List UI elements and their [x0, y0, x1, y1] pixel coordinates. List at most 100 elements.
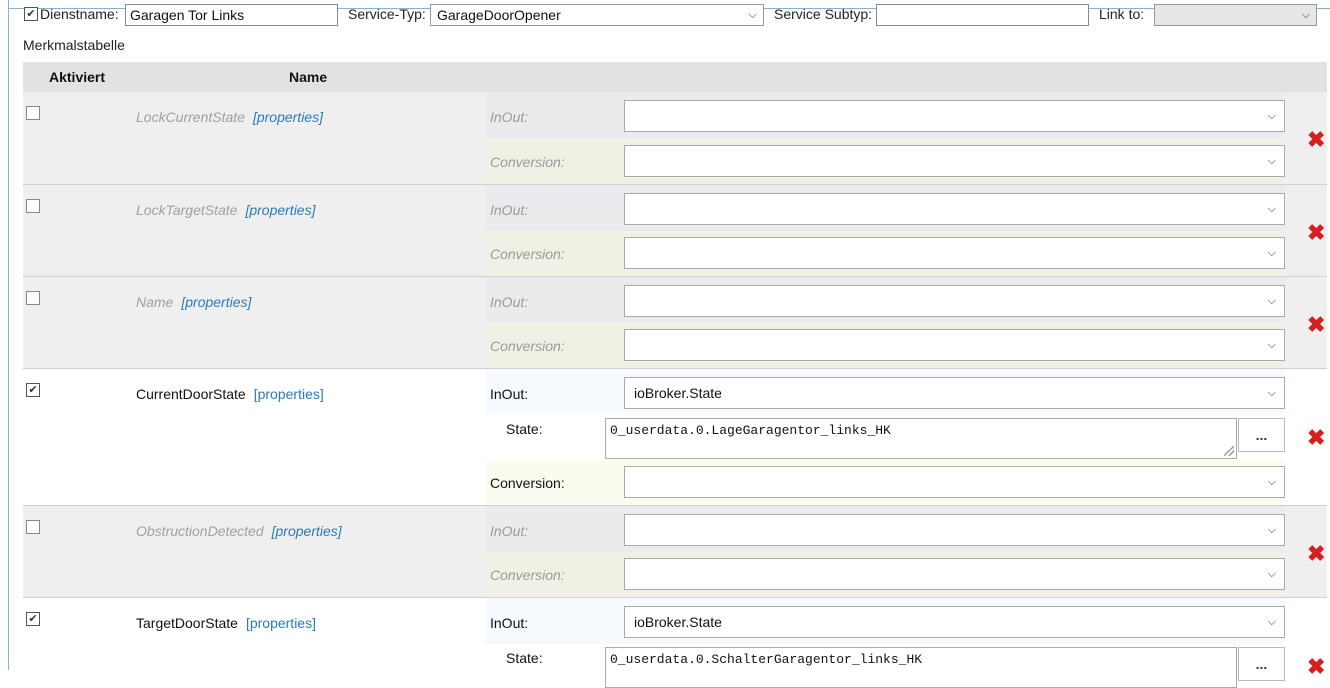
delete-icon[interactable]: ✖: [1307, 314, 1325, 336]
conversion-select[interactable]: ⌵: [624, 558, 1285, 590]
chevron-down-icon: ⌵: [748, 8, 757, 21]
browse-button[interactable]: ...: [1238, 647, 1285, 681]
conversion-select[interactable]: ⌵: [624, 466, 1285, 498]
state-label: State:: [506, 650, 543, 666]
table-header: Aktiviert Name: [23, 62, 1327, 92]
inout-value: ioBroker.State: [634, 385, 722, 401]
table-row: ✔ CurrentDoorState [properties] InOut: io…: [23, 369, 1327, 506]
chevron-down-icon: ⌵: [1267, 523, 1276, 536]
service-name-input[interactable]: [125, 4, 338, 26]
table-row: ObstructionDetected [properties] InOut: ⌵…: [23, 506, 1327, 598]
delete-icon[interactable]: ✖: [1307, 222, 1325, 244]
conversion-section: Conversion: ⌵: [486, 460, 1285, 505]
conversion-section: Conversion: ⌵: [486, 552, 1285, 597]
characteristic-name-text: LockCurrentState: [136, 109, 245, 125]
row-enabled-checkbox[interactable]: [26, 106, 40, 120]
inout-label: InOut:: [490, 294, 529, 310]
conversion-section: Conversion: ⌵: [486, 231, 1285, 276]
table-row: LockCurrentState [properties] InOut: ⌵ Co…: [23, 92, 1327, 185]
frame-border-left: [8, 0, 9, 670]
state-textarea[interactable]: 0_userdata.0.SchalterGaragentor_links_HK: [605, 647, 1237, 688]
properties-link[interactable]: [properties]: [246, 615, 316, 631]
inout-section: InOut: ioBroker.State ⌵: [486, 598, 1285, 644]
conversion-section: Conversion: ⌵: [486, 323, 1285, 368]
conversion-section: Conversion: ⌵: [486, 139, 1285, 184]
properties-link[interactable]: [properties]: [254, 386, 324, 402]
chevron-down-icon: ⌵: [1267, 338, 1276, 351]
state-label: State:: [506, 421, 543, 437]
delete-icon[interactable]: ✖: [1307, 129, 1325, 151]
characteristic-name-text: CurrentDoorState: [136, 386, 246, 402]
service-enabled-checkbox[interactable]: ✔: [24, 7, 38, 21]
characteristic-name-text: TargetDoorState: [136, 615, 238, 631]
column-header-name: Name: [289, 69, 328, 85]
inout-section: InOut: ⌵: [486, 277, 1285, 323]
characteristics-table: Aktiviert Name LockCurrentState [properti…: [23, 62, 1327, 688]
properties-link[interactable]: [properties]: [272, 523, 342, 539]
delete-icon[interactable]: ✖: [1307, 427, 1325, 449]
chevron-down-icon: ⌵: [1267, 294, 1276, 307]
browse-button[interactable]: ...: [1238, 418, 1285, 452]
service-subtype-input[interactable]: [876, 4, 1089, 26]
properties-link[interactable]: [properties]: [245, 202, 315, 218]
chevron-down-icon: ⌵: [1267, 386, 1276, 399]
characteristic-name-text: ObstructionDetected: [136, 523, 264, 539]
resize-grip-icon[interactable]: [1224, 446, 1234, 456]
inout-label: InOut:: [490, 109, 529, 125]
conversion-label: Conversion:: [490, 567, 565, 583]
state-section: State: 0_userdata.0.LageGaragentor_links…: [486, 415, 1285, 460]
row-enabled-checkbox[interactable]: [26, 520, 40, 534]
characteristic-name: CurrentDoorState [properties]: [136, 386, 324, 402]
inout-section: InOut: ⌵: [486, 506, 1285, 552]
chevron-down-icon: ⌵: [1267, 109, 1276, 122]
inout-label: InOut:: [490, 386, 529, 402]
conversion-select[interactable]: ⌵: [624, 329, 1285, 361]
service-type-value: GarageDoorOpener: [437, 7, 561, 23]
conversion-select[interactable]: ⌵: [624, 145, 1285, 177]
chevron-down-icon: ⌵: [1267, 154, 1276, 167]
service-name-label: Dienstname:: [40, 6, 119, 22]
table-row: Name [properties] InOut: ⌵ Conversion: ⌵ …: [23, 277, 1327, 369]
inout-section: InOut: ⌵: [486, 92, 1285, 139]
conversion-label: Conversion:: [490, 338, 565, 354]
inout-label: InOut:: [490, 202, 529, 218]
characteristic-name: ObstructionDetected [properties]: [136, 523, 342, 539]
state-textarea[interactable]: 0_userdata.0.LageGaragentor_links_HK: [605, 418, 1237, 459]
characteristic-name: TargetDoorState [properties]: [136, 615, 316, 631]
conversion-select[interactable]: ⌵: [624, 237, 1285, 269]
delete-icon[interactable]: ✖: [1307, 543, 1325, 565]
table-row: ✔ TargetDoorState [properties] InOut: ioB…: [23, 598, 1327, 688]
row-enabled-checkbox[interactable]: [26, 291, 40, 305]
chevron-down-icon: ⌵: [1267, 567, 1276, 580]
delete-icon[interactable]: ✖: [1307, 656, 1325, 678]
conversion-label: Conversion:: [490, 154, 565, 170]
conversion-label: Conversion:: [490, 475, 565, 491]
inout-select[interactable]: ⌵: [624, 193, 1285, 225]
chevron-down-icon: ⌵: [1267, 475, 1276, 488]
characteristic-name: Name [properties]: [136, 294, 251, 310]
chevron-down-icon: ⌵: [1267, 202, 1276, 215]
characteristic-name-text: Name: [136, 294, 174, 310]
inout-label: InOut:: [490, 615, 529, 631]
state-section: State: 0_userdata.0.SchalterGaragentor_l…: [486, 644, 1285, 688]
inout-select[interactable]: ioBroker.State ⌵: [624, 606, 1285, 638]
chevron-down-icon: ⌵: [1301, 8, 1310, 21]
inout-select[interactable]: ⌵: [624, 514, 1285, 546]
link-to-select[interactable]: ⌵: [1154, 4, 1317, 26]
characteristic-name: LockTargetState [properties]: [136, 202, 316, 218]
characteristic-name: LockCurrentState [properties]: [136, 109, 323, 125]
inout-value: ioBroker.State: [634, 614, 722, 630]
properties-link[interactable]: [properties]: [181, 294, 251, 310]
row-enabled-checkbox[interactable]: [26, 199, 40, 213]
row-enabled-checkbox[interactable]: ✔: [26, 383, 40, 397]
inout-label: InOut:: [490, 523, 529, 539]
characteristic-name-text: LockTargetState: [136, 202, 238, 218]
row-enabled-checkbox[interactable]: ✔: [26, 612, 40, 626]
inout-section: InOut: ⌵: [486, 185, 1285, 231]
inout-select[interactable]: ⌵: [624, 285, 1285, 317]
table-row: LockTargetState [properties] InOut: ⌵ Con…: [23, 185, 1327, 277]
properties-link[interactable]: [properties]: [253, 109, 323, 125]
inout-select[interactable]: ⌵: [624, 100, 1285, 132]
inout-select[interactable]: ioBroker.State ⌵: [624, 377, 1285, 409]
service-type-select[interactable]: GarageDoorOpener ⌵: [430, 4, 764, 26]
